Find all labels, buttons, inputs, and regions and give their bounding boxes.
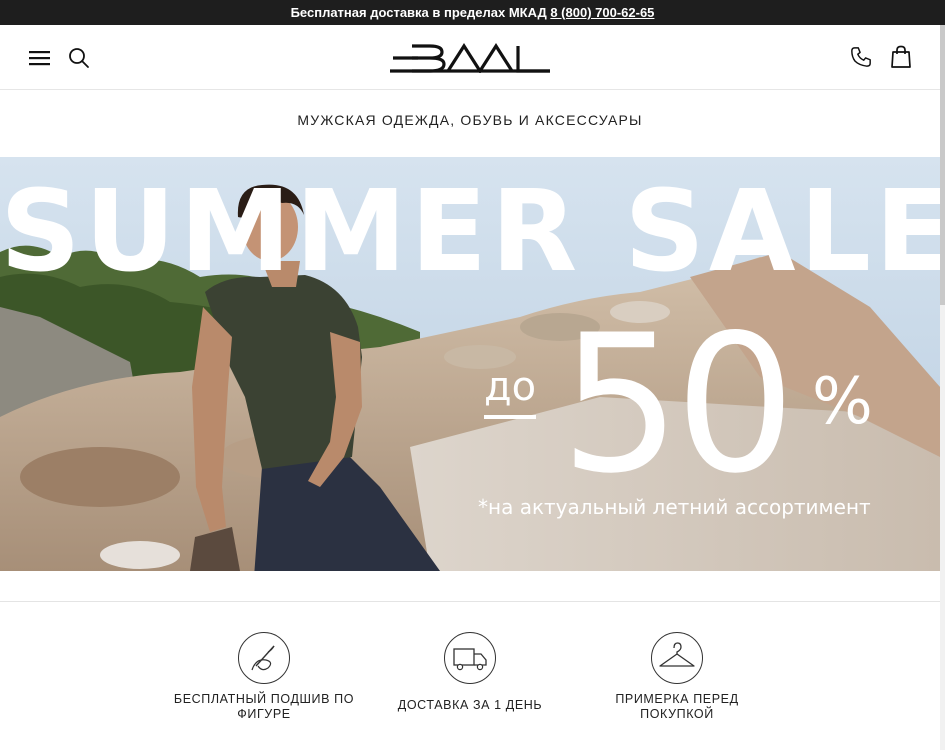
hero-banner[interactable]: SUMMER SALE до 50 % *на актуальный летни… [0,157,940,571]
cart-icon[interactable] [891,45,911,69]
feature-delivery: ДОСТАВКА ЗА 1 ДЕНЬ [370,632,570,713]
feature-alteration: БЕСПЛАТНЫЙ ПОДШИВ ПО ФИГУРЕ [164,632,364,722]
search-icon[interactable] [68,47,90,69]
hanger-icon [651,632,703,684]
feature-label: БЕСПЛАТНЫЙ ПОДШИВ ПО ФИГУРЕ [173,692,355,721]
feature-fitting: ПРИМЕРКА ПЕРЕД ПОКУПКОЙ [577,632,777,722]
promo-text: Бесплатная доставка в пределах МКАД [290,5,547,20]
menu-icon[interactable] [29,49,51,67]
section-divider [0,601,940,602]
discount-percent: % [812,365,873,439]
scrollbar-thumb[interactable] [940,25,945,305]
site-header [0,25,940,90]
brand-logo[interactable] [390,43,552,73]
sale-title: SUMMER SALE [0,167,940,297]
site-tagline: МУЖСКАЯ ОДЕЖДА, ОБУВЬ И АКСЕССУАРЫ [297,112,643,128]
delivery-truck-icon [444,632,496,684]
discount-value: 50 [560,294,796,515]
promo-bar: Бесплатная доставка в пределах МКАД 8 (8… [0,0,945,25]
feature-label: ПРИМЕРКА ПЕРЕД ПОКУПКОЙ [615,692,739,721]
needle-thread-icon [238,632,290,684]
discount-prefix: до [484,364,537,419]
feature-label: ДОСТАВКА ЗА 1 ДЕНЬ [397,698,543,712]
discount-note: *на актуальный летний ассортимент [478,495,871,519]
phone-icon[interactable] [850,46,872,68]
promo-phone-link[interactable]: 8 (800) 700-62-65 [550,5,654,20]
page-scrollbar[interactable] [940,25,945,750]
